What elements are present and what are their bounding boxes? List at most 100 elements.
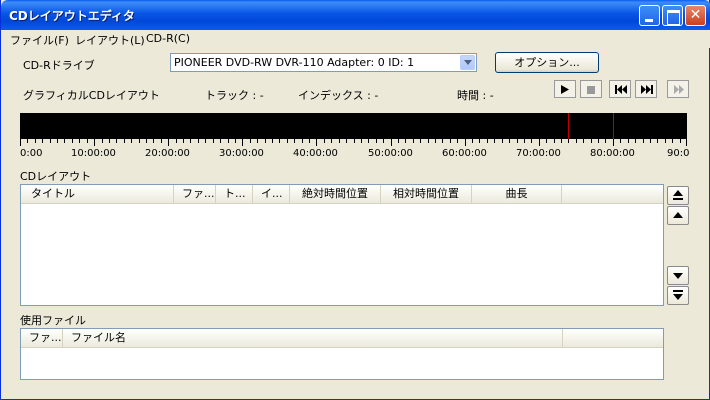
move-bottom-icon [673, 290, 683, 300]
close-button[interactable]: ✕ [685, 5, 706, 26]
col-index[interactable]: イ... [253, 185, 290, 203]
move-bottom-button[interactable] [667, 286, 689, 305]
window-title: CDレイアウトエディタ [9, 9, 135, 23]
cd-timeline[interactable] [20, 113, 687, 139]
timeline-tick [450, 139, 451, 143]
menu-layout[interactable]: レイアウト(L) [75, 32, 145, 48]
timeline-tick [605, 139, 606, 143]
minimize-button[interactable] [639, 5, 660, 26]
timeline-tick [539, 139, 540, 146]
stop-icon [587, 86, 595, 94]
timeline-tick [309, 139, 310, 143]
close-icon: ✕ [689, 7, 702, 23]
timeline-marker [613, 113, 614, 139]
move-top-button[interactable] [667, 186, 689, 205]
fast-forward-icon [674, 85, 684, 94]
move-down-icon [673, 273, 683, 279]
play-icon [561, 85, 569, 94]
time-readout: 時間 : - [457, 89, 494, 102]
timeline-tick [502, 139, 503, 143]
timeline-tick [628, 139, 629, 143]
timeline-tick [228, 139, 229, 143]
timeline-tick-label: 40:00:00 [293, 148, 338, 159]
timeline-tick [598, 139, 599, 143]
timeline-tick [643, 139, 644, 143]
drive-select[interactable]: PIONEER DVD-RW DVR-110 Adapter: 0 ID: 1 [170, 53, 477, 72]
timeline-tick [442, 139, 443, 143]
col-absolute-time[interactable]: 絶対時間位置 [290, 185, 381, 203]
col-relative-time[interactable]: 相対時間位置 [381, 185, 472, 203]
timeline-tick [420, 139, 421, 143]
timeline-tick [650, 139, 651, 143]
cd-layout-list[interactable]: タイトル ファ... ト... イ... 絶対時間位置 相対時間位置 曲長 [20, 184, 664, 306]
timeline-tick [591, 139, 592, 143]
timeline-tick [265, 139, 266, 143]
timeline-tick [302, 139, 303, 143]
stop-button[interactable] [580, 80, 602, 98]
timeline-tick [368, 139, 369, 143]
timeline-tick-label: 50:00:00 [368, 148, 413, 159]
timeline-tick [250, 139, 251, 143]
drive-select-value: PIONEER DVD-RW DVR-110 Adapter: 0 ID: 1 [174, 56, 415, 69]
play-button[interactable] [554, 80, 576, 98]
skip-forward-button[interactable] [635, 80, 657, 98]
used-files-label: 使用ファイル [20, 314, 86, 327]
timeline-tick [87, 139, 88, 143]
timeline-tick-label: 90:0 [667, 148, 690, 159]
col-track[interactable]: ト... [216, 185, 253, 203]
timeline-tick [672, 139, 673, 143]
timeline-tick [561, 139, 562, 143]
timeline-tick [531, 139, 532, 143]
timeline-tick [583, 139, 584, 143]
timeline-tick [680, 139, 681, 143]
move-down-button[interactable] [667, 266, 689, 285]
chevron-down-icon[interactable] [460, 55, 475, 70]
maximize-button[interactable] [662, 5, 683, 26]
timeline-tick [213, 139, 214, 143]
timeline-tick [124, 139, 125, 143]
timeline-tick [153, 139, 154, 143]
track-readout: トラック : - [205, 89, 264, 102]
timeline-tick [435, 139, 436, 143]
skip-back-button[interactable] [609, 80, 631, 98]
timeline-tick [198, 139, 199, 143]
timeline-tick [50, 139, 51, 143]
timeline-tick [35, 139, 36, 143]
col-file[interactable]: ファ... [174, 185, 216, 203]
options-button[interactable]: オプション... [495, 52, 599, 73]
menu-file[interactable]: ファイル(F) [10, 32, 69, 48]
timeline-tick [176, 139, 177, 143]
skip-back-icon [615, 85, 627, 94]
cd-layout-header: タイトル ファ... ト... イ... 絶対時間位置 相対時間位置 曲長 [21, 185, 663, 204]
index-readout: インデックス : - [298, 89, 379, 102]
col-length[interactable]: 曲長 [472, 185, 562, 203]
timeline-tick [635, 139, 636, 143]
menu-cdr[interactable]: CD-R(C) [146, 32, 190, 45]
move-up-button[interactable] [667, 206, 689, 225]
timeline-tick [131, 139, 132, 143]
col-file-type[interactable]: ファ... [21, 329, 63, 347]
timeline-tick [665, 139, 666, 143]
timeline-tick [576, 139, 577, 143]
timeline-tick [272, 139, 273, 143]
timeline-tick [613, 139, 614, 146]
menu-bar: ファイル(F) レイアウト(L) CD-R(C) [1, 30, 710, 48]
used-files-list[interactable]: ファ... ファイル名 [20, 328, 664, 380]
timeline-tick [554, 139, 555, 143]
timeline-tick [620, 139, 621, 143]
timeline-tick [205, 139, 206, 143]
timeline-tick [509, 139, 510, 143]
timeline-tick [391, 139, 392, 146]
timeline-tick [116, 139, 117, 143]
timeline-tick [383, 139, 384, 143]
timeline-tick [413, 139, 414, 143]
title-bar[interactable]: CDレイアウトエディタ ✕ [1, 0, 710, 30]
fast-forward-button[interactable] [667, 80, 689, 98]
timeline-tick-label: 10:00:00 [71, 148, 116, 159]
col-title[interactable]: タイトル [21, 185, 174, 203]
col-file-name[interactable]: ファイル名 [63, 329, 563, 347]
skip-forward-icon [641, 85, 653, 94]
timeline-tick [346, 139, 347, 143]
app-window: CDレイアウトエディタ ✕ ファイル(F) レイアウト(L) CD-R(C) C… [0, 0, 710, 400]
drive-label: CD-Rドライブ [23, 59, 95, 72]
